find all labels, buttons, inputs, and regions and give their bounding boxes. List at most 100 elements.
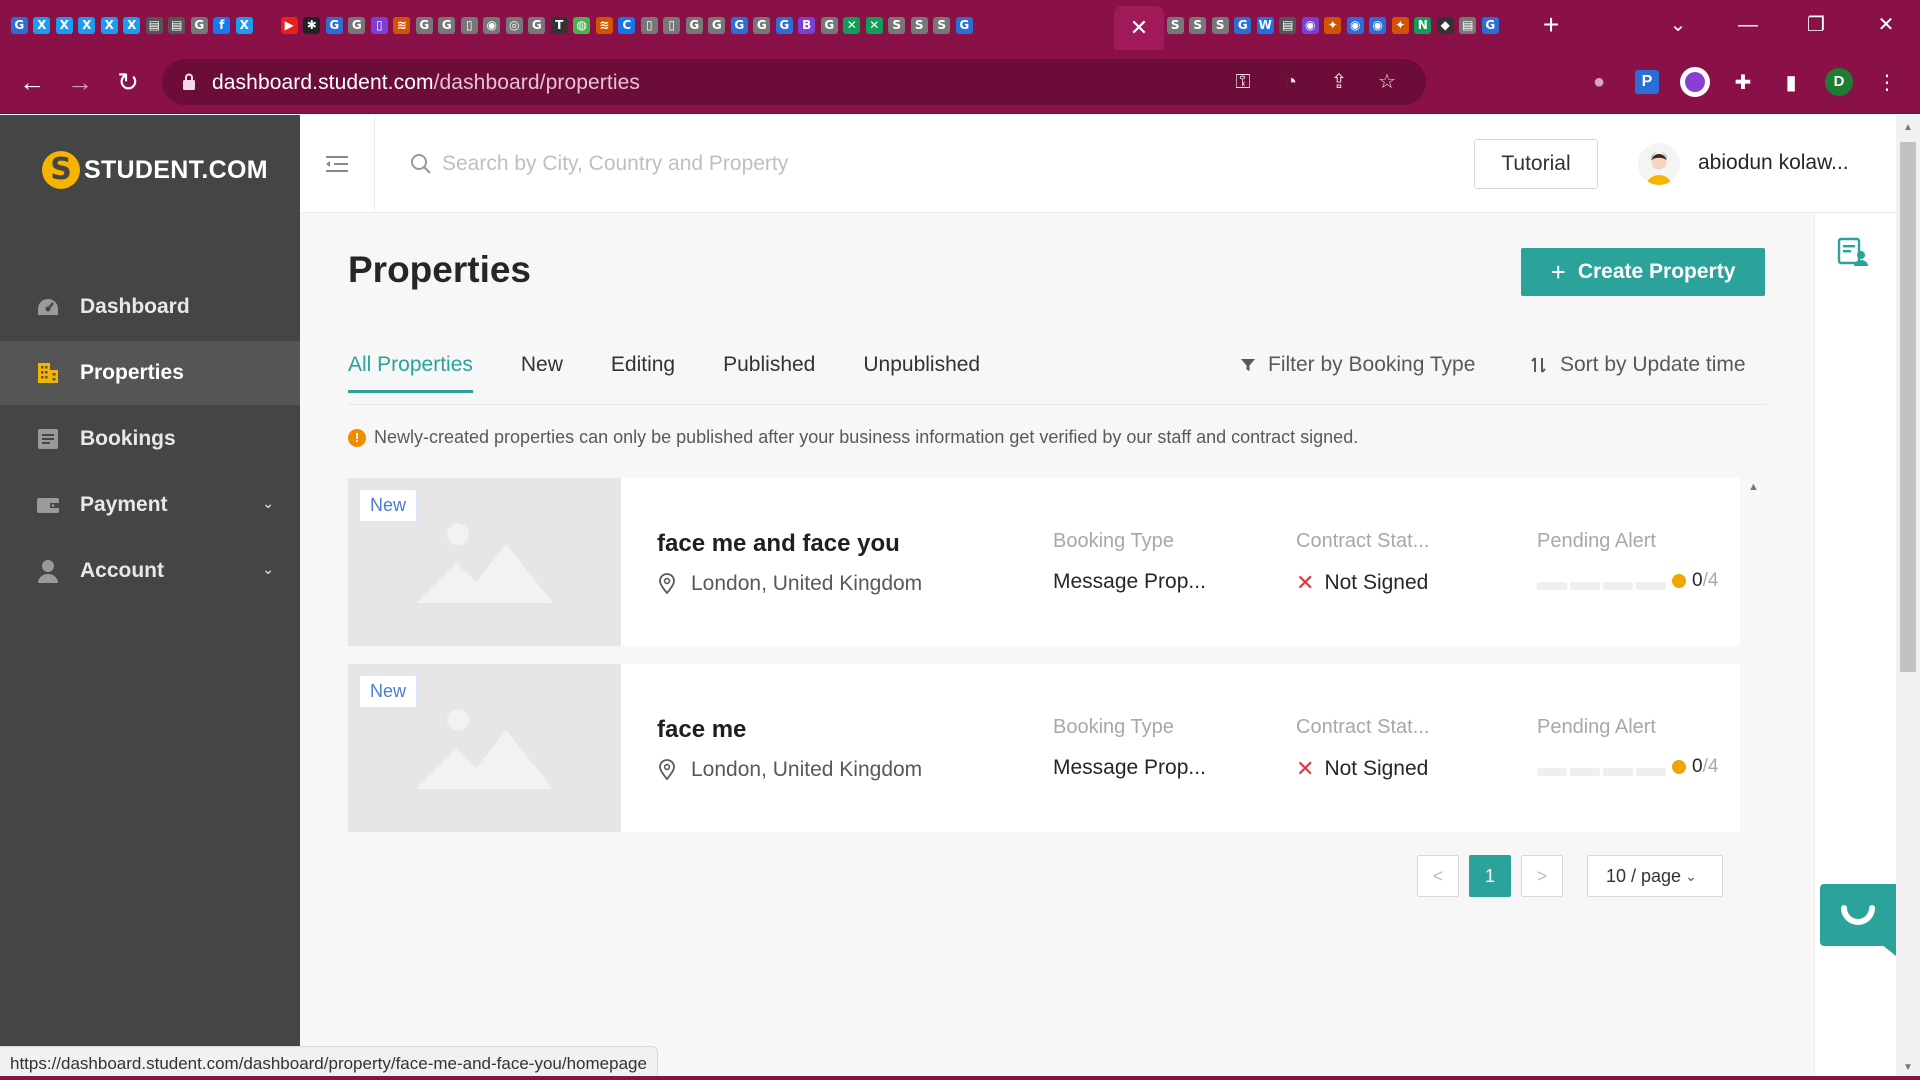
browser-tab[interactable]: G — [436, 10, 459, 40]
browser-tab[interactable]: ✦ — [1389, 10, 1412, 40]
browser-tab[interactable]: S — [1164, 10, 1187, 40]
property-thumbnail[interactable]: New — [348, 478, 621, 646]
restore-icon[interactable]: ❐ — [1796, 8, 1836, 42]
browser-tab[interactable]: ◉ — [481, 10, 504, 40]
browser-tab[interactable]: S — [1187, 10, 1210, 40]
contact-list-icon[interactable] — [1837, 237, 1869, 267]
share-icon[interactable]: ⇪ — [1326, 69, 1352, 95]
sidebar-item-payment[interactable]: Payment ⌄ — [0, 473, 300, 537]
browser-tab[interactable]: G — [818, 10, 841, 40]
collapse-menu-button[interactable] — [300, 115, 375, 213]
next-page-button[interactable]: > — [1521, 855, 1563, 897]
browser-tab[interactable]: G — [346, 10, 369, 40]
browser-tab[interactable]: ▤ — [1277, 10, 1300, 40]
browser-tab[interactable]: ◍ — [571, 10, 594, 40]
tab-all-properties[interactable]: All Properties — [348, 353, 473, 393]
browser-tab[interactable]: ▶ — [278, 10, 301, 40]
tutorial-button[interactable]: Tutorial — [1474, 139, 1598, 189]
close-tab-icon[interactable]: ✕ — [1130, 15, 1148, 41]
browser-tab[interactable]: G — [1232, 10, 1255, 40]
browser-tab[interactable]: T — [548, 10, 571, 40]
browser-tab[interactable]: G — [751, 10, 774, 40]
omnibox[interactable]: dashboard.student.com/dashboard/properti… — [162, 59, 1426, 105]
new-tab-button[interactable]: + — [1534, 8, 1568, 42]
browser-tab[interactable]: ◎ — [503, 10, 526, 40]
browser-tab[interactable] — [256, 10, 279, 40]
property-thumbnail[interactable]: New — [348, 664, 621, 832]
chat-widget-button[interactable] — [1820, 884, 1896, 946]
property-card[interactable]: New face me London, United Kingdom Booki… — [348, 664, 1740, 832]
browser-tab[interactable]: ▤ — [166, 10, 189, 40]
browser-tab[interactable]: ✦ — [1322, 10, 1345, 40]
reload-icon[interactable]: ↻ — [108, 62, 148, 102]
tab-search-chevron-icon[interactable]: ⌄ — [1658, 8, 1698, 42]
page-size-select[interactable]: 10 / page ⌄ — [1587, 855, 1723, 897]
extension-p-icon[interactable]: P — [1632, 67, 1662, 97]
page-1-button[interactable]: 1 — [1469, 855, 1511, 897]
url-text[interactable]: dashboard.student.com/dashboard/properti… — [212, 71, 640, 95]
browser-tab[interactable]: ▯ — [458, 10, 481, 40]
browser-tab[interactable]: G — [683, 10, 706, 40]
browser-tab[interactable]: f — [211, 10, 234, 40]
browser-tab[interactable]: G — [728, 10, 751, 40]
bookmark-star-icon[interactable]: ☆ — [1374, 69, 1400, 95]
browser-tab[interactable]: X — [53, 10, 76, 40]
browser-tab[interactable]: ▤ — [1457, 10, 1480, 40]
browser-tab[interactable]: W — [1254, 10, 1277, 40]
active-browser-tab[interactable]: ✕ — [1114, 6, 1164, 50]
browser-tab[interactable]: G — [706, 10, 729, 40]
browser-tab[interactable]: ◉ — [1299, 10, 1322, 40]
browser-tab[interactable]: G — [413, 10, 436, 40]
browser-tab[interactable]: ▯ — [661, 10, 684, 40]
sidebar-item-bookings[interactable]: Bookings — [0, 407, 300, 471]
browser-tab[interactable]: G — [8, 10, 31, 40]
browser-tab[interactable]: ≋ — [593, 10, 616, 40]
browser-tab[interactable]: ▯ — [638, 10, 661, 40]
browser-tab[interactable]: ✕ — [863, 10, 886, 40]
close-window-icon[interactable]: ✕ — [1866, 8, 1906, 42]
forward-icon[interactable]: → — [60, 62, 100, 102]
browser-tab[interactable]: G — [526, 10, 549, 40]
property-name[interactable]: face me — [657, 716, 746, 744]
sidebar-item-properties[interactable]: Properties — [0, 341, 300, 405]
avatar[interactable] — [1638, 143, 1680, 185]
browser-tab[interactable]: G — [188, 10, 211, 40]
browser-tab[interactable]: S — [886, 10, 909, 40]
prev-page-button[interactable]: < — [1417, 855, 1459, 897]
browser-tab[interactable]: G — [1479, 10, 1502, 40]
tab-published[interactable]: Published — [723, 353, 815, 393]
browser-tab[interactable]: X — [98, 10, 121, 40]
browser-tab[interactable]: ▯ — [368, 10, 391, 40]
browser-tab[interactable]: X — [76, 10, 99, 40]
browser-tab[interactable]: G — [953, 10, 976, 40]
browser-tab[interactable]: ◉ — [1367, 10, 1390, 40]
username[interactable]: abiodun kolaw... — [1698, 151, 1849, 175]
browser-tab[interactable]: ≋ — [391, 10, 414, 40]
chrome-menu-icon[interactable]: ⋮ — [1872, 67, 1902, 97]
browser-tab[interactable]: X — [31, 10, 54, 40]
extension-flask-icon[interactable]: ● — [1584, 67, 1614, 97]
browser-tab[interactable]: N — [1412, 10, 1435, 40]
create-property-button[interactable]: + Create Property — [1521, 248, 1765, 296]
browser-tab[interactable]: G — [323, 10, 346, 40]
browser-tab[interactable]: C — [616, 10, 639, 40]
browser-tab[interactable]: X — [121, 10, 144, 40]
browser-tab[interactable]: ▤ — [143, 10, 166, 40]
browser-tab[interactable]: ◉ — [1344, 10, 1367, 40]
browser-tab[interactable]: S — [931, 10, 954, 40]
tab-new[interactable]: New — [521, 353, 563, 393]
browser-tab[interactable]: ◆ — [1434, 10, 1457, 40]
browser-tab[interactable]: S — [908, 10, 931, 40]
property-name[interactable]: face me and face you — [657, 530, 900, 558]
tab-unpublished[interactable]: Unpublished — [863, 353, 980, 393]
extensions-puzzle-icon[interactable]: ✚ — [1728, 67, 1758, 97]
performance-icon[interactable]: ◔ — [1278, 69, 1304, 95]
scrollbar-thumb[interactable] — [1900, 142, 1916, 672]
browser-tab[interactable]: ✱ — [301, 10, 324, 40]
sort-by-update-time[interactable]: Sort by Update time — [1530, 353, 1746, 377]
browser-tab[interactable]: G — [773, 10, 796, 40]
filter-by-booking-type[interactable]: Filter by Booking Type — [1240, 353, 1475, 377]
browser-tab[interactable]: X — [233, 10, 256, 40]
side-panel-icon[interactable]: ▮ — [1776, 67, 1806, 97]
key-icon[interactable]: ⚿ — [1230, 69, 1256, 95]
